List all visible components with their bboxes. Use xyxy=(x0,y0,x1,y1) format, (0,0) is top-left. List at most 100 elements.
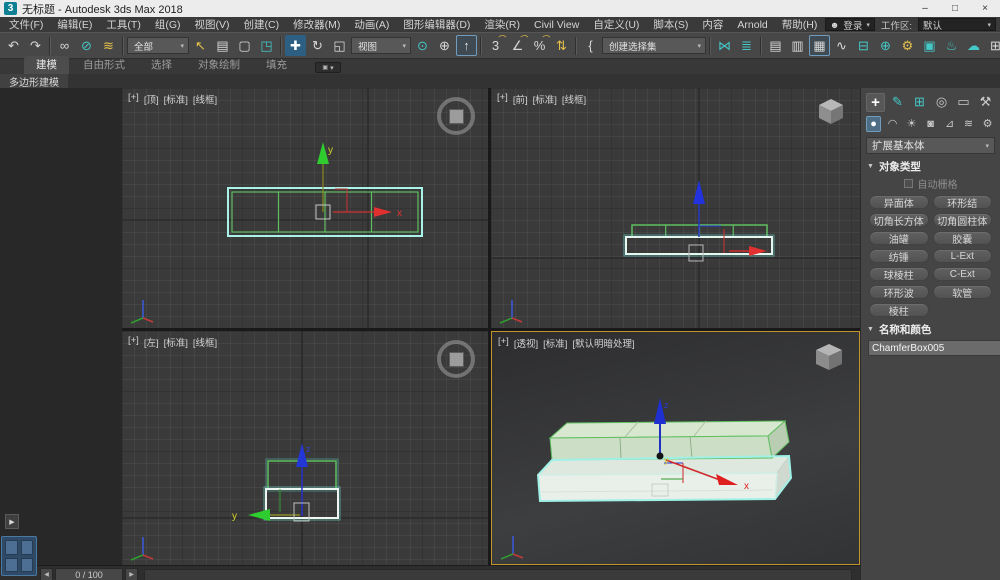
minimize-button[interactable]: – xyxy=(910,0,940,17)
toggle-layer-explorer-icon[interactable]: ▥ xyxy=(787,35,808,56)
mirror-icon[interactable]: ⋈ xyxy=(714,35,735,56)
select-and-manipulate-icon[interactable]: ⊕ xyxy=(434,35,455,56)
cameras-category-icon[interactable]: ◙ xyxy=(923,116,938,132)
torus-knot-button[interactable]: 环形结 xyxy=(933,195,993,209)
viewport-menu-general[interactable]: [+] xyxy=(497,92,508,106)
hedra-button[interactable]: 异面体 xyxy=(869,195,929,209)
autogrid-checkbox[interactable] xyxy=(904,179,913,188)
snaps-toggle-3d-icon[interactable]: 3⌒ xyxy=(485,35,506,56)
motion-tab-icon[interactable]: ◎ xyxy=(932,93,951,112)
schematic-view-icon[interactable]: ⊟ xyxy=(853,35,874,56)
ribbon-tab-populate[interactable]: 填充 xyxy=(254,56,299,74)
keyboard-shortcut-override-icon[interactable]: ↑ xyxy=(456,35,477,56)
edit-named-selection-sets-icon[interactable]: { xyxy=(580,35,601,56)
viewport-front[interactable]: [+] [前] [标准] [线框] xyxy=(491,88,860,328)
utilities-tab-icon[interactable]: ⚒ xyxy=(976,93,995,112)
viewport-perspective[interactable]: [+] [透视] [标准] [默认明暗处理] xyxy=(491,331,860,565)
viewport-top[interactable]: [+] [顶] [标准] [线框] y xyxy=(122,88,488,328)
curve-editor-icon[interactable]: ∿ xyxy=(831,35,852,56)
state-sets-icon[interactable]: ⊞ xyxy=(985,35,1000,56)
oil-tank-button[interactable]: 油罐 xyxy=(869,231,929,245)
previous-frame-button[interactable]: ◀ xyxy=(40,568,53,580)
redo-icon[interactable]: ↷ xyxy=(25,35,46,56)
viewport-menu-pov[interactable]: [左] xyxy=(144,335,159,349)
render-in-cloud-icon[interactable]: ☁ xyxy=(963,35,984,56)
menu-scripting[interactable]: 脚本(S) xyxy=(646,17,695,32)
shapes-category-icon[interactable]: ◠ xyxy=(885,116,900,132)
select-and-rotate-icon[interactable]: ↻ xyxy=(307,35,328,56)
viewport-menu-shading[interactable]: [线框] xyxy=(193,335,217,349)
menu-graph-editors[interactable]: 图形编辑器(D) xyxy=(396,17,477,32)
prism-button[interactable]: 棱柱 xyxy=(869,303,929,317)
menu-help[interactable]: 帮助(H) xyxy=(775,17,825,32)
select-and-link-icon[interactable]: ∞ xyxy=(54,35,75,56)
select-and-scale-icon[interactable]: ◱ xyxy=(329,35,350,56)
viewport-menu-standard[interactable]: [标准] xyxy=(164,92,188,106)
menu-modifiers[interactable]: 修改器(M) xyxy=(286,17,347,32)
menu-tools[interactable]: 工具(T) xyxy=(99,17,147,32)
object-type-rollout-header[interactable]: ▼ 对象类型 xyxy=(867,159,994,173)
lights-category-icon[interactable]: ☀ xyxy=(904,116,919,132)
expand-ribbon-button[interactable]: ▶ xyxy=(5,514,19,529)
render-setup-icon[interactable]: ⚙ xyxy=(897,35,918,56)
ribbon-tab-modeling[interactable]: 建模 xyxy=(24,56,69,74)
viewport-menu-pov[interactable]: [顶] xyxy=(144,92,159,106)
menu-rendering[interactable]: 渲染(R) xyxy=(477,17,527,32)
maximize-button[interactable]: □ xyxy=(940,0,970,17)
spindle-button[interactable]: 纺锤 xyxy=(869,249,929,263)
ribbon-tab-freeform[interactable]: 自由形式 xyxy=(71,56,137,74)
c-ext-button[interactable]: C-Ext xyxy=(933,267,993,281)
percent-snap-icon[interactable]: %⌒ xyxy=(529,35,550,56)
selection-filter-dropdown[interactable]: 全部 ▾ xyxy=(127,37,189,54)
viewport-left[interactable]: [+] [左] [标准] [线框] z xyxy=(122,331,488,565)
menu-civil-view[interactable]: Civil View xyxy=(527,19,586,31)
next-frame-button[interactable]: ▶ xyxy=(125,568,138,580)
geometry-category-dropdown[interactable]: 扩展基本体 ▾ xyxy=(866,137,995,154)
viewport-menu-shading[interactable]: [线框] xyxy=(193,92,217,106)
viewcube-icon[interactable] xyxy=(816,96,846,126)
viewport-menu-standard[interactable]: [标准] xyxy=(164,335,188,349)
viewport-menu-shading[interactable]: [线框] xyxy=(562,92,586,106)
scene-explorer-icon[interactable]: ▦ xyxy=(809,35,830,56)
unlink-selection-icon[interactable]: ⊘ xyxy=(76,35,97,56)
use-pivot-center-icon[interactable]: ⊙ xyxy=(412,35,433,56)
close-button[interactable]: × xyxy=(970,0,1000,17)
workspace-dropdown[interactable]: 默认 ▾ xyxy=(918,18,996,31)
viewcube-icon[interactable] xyxy=(813,340,845,372)
spinner-snap-icon[interactable]: ⇅ xyxy=(551,35,572,56)
ribbon-minimize-toggle[interactable]: ▣ ▾ xyxy=(315,62,341,73)
menu-views[interactable]: 视图(V) xyxy=(188,17,237,32)
menu-edit[interactable]: 编辑(E) xyxy=(50,17,99,32)
render-production-icon[interactable]: ♨ xyxy=(941,35,962,56)
viewport-menu-general[interactable]: [+] xyxy=(128,335,139,349)
window-crossing-icon[interactable]: ◳ xyxy=(256,35,277,56)
viewport-menu-general[interactable]: [+] xyxy=(128,92,139,106)
ribbon-tab-object-paint[interactable]: 对象绘制 xyxy=(186,56,252,74)
named-selection-sets-dropdown[interactable]: 创建选择集 ▾ xyxy=(602,37,706,54)
create-tab-icon[interactable]: + xyxy=(866,93,885,112)
layer-manager-icon[interactable]: ▤ xyxy=(765,35,786,56)
helpers-category-icon[interactable]: ⊿ xyxy=(942,116,957,132)
menu-create[interactable]: 创建(C) xyxy=(237,17,287,32)
bind-to-spacewarp-icon[interactable]: ≋ xyxy=(98,35,119,56)
viewport-menu-pov[interactable]: [前] xyxy=(513,92,528,106)
modify-tab-icon[interactable]: ✎ xyxy=(888,93,907,112)
spacewarps-category-icon[interactable]: ≋ xyxy=(961,116,976,132)
polygon-modeling-panel[interactable]: 多边形建模 xyxy=(0,74,68,88)
chamfer-cylinder-button[interactable]: 切角圆柱体 xyxy=(933,213,993,227)
viewport-menu-standard[interactable]: [标准] xyxy=(533,92,557,106)
viewport-layout-tab-icon[interactable] xyxy=(1,536,37,576)
rendered-frame-window-icon[interactable]: ▣ xyxy=(919,35,940,56)
object-name-input[interactable] xyxy=(868,340,1000,356)
menu-arnold[interactable]: Arnold xyxy=(730,19,774,31)
viewport-menu-standard[interactable]: [标准] xyxy=(543,336,567,350)
viewport-menu-shading[interactable]: [默认明暗处理] xyxy=(572,336,634,350)
select-and-move-icon[interactable]: ✚ xyxy=(285,35,306,56)
menu-group[interactable]: 组(G) xyxy=(148,17,188,32)
rectangular-selection-region-icon[interactable]: ▢ xyxy=(234,35,255,56)
select-by-name-icon[interactable]: ▤ xyxy=(212,35,233,56)
chamfer-box-button[interactable]: 切角长方体 xyxy=(869,213,929,227)
ringwave-button[interactable]: 环形波 xyxy=(869,285,929,299)
systems-category-icon[interactable]: ⚙ xyxy=(980,116,995,132)
angle-snap-icon[interactable]: ∠⌒ xyxy=(507,35,528,56)
